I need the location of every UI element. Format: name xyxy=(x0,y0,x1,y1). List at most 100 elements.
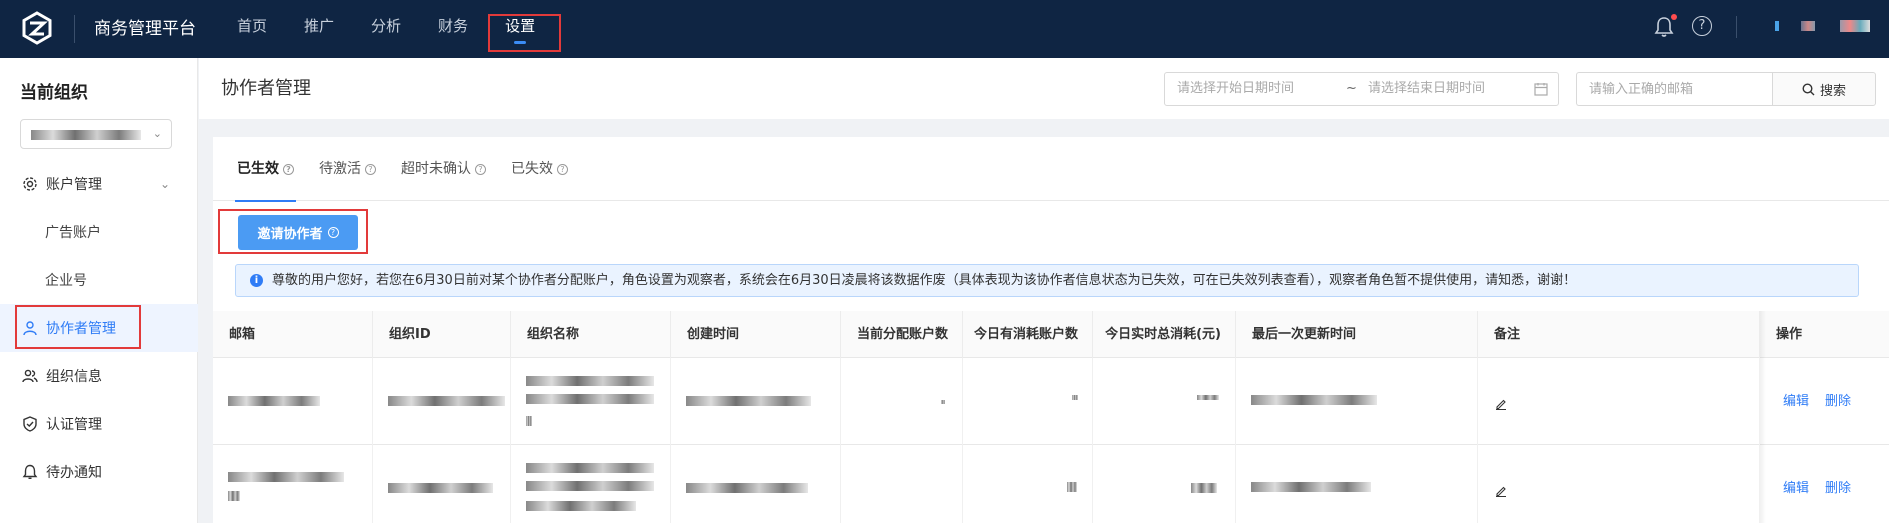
cell-assigned-accounts xyxy=(841,445,963,523)
cell-last-updated xyxy=(1236,445,1478,523)
nav-settings-highlight xyxy=(488,14,561,52)
cell-actions: 编辑 删除 xyxy=(1760,358,1889,445)
edit-button[interactable]: 编辑 xyxy=(1783,445,1809,523)
cell-total-consumption xyxy=(1093,358,1236,445)
org-select[interactable]: ⌄ xyxy=(20,119,172,149)
cell-org-id xyxy=(373,358,511,445)
gear-icon xyxy=(23,177,37,191)
cell-email xyxy=(213,358,373,445)
delete-button[interactable]: 删除 xyxy=(1825,358,1851,445)
fixed-column-shadow xyxy=(1760,311,1766,523)
chevron-down-icon: ⌄ xyxy=(152,127,162,140)
cell-org-name xyxy=(511,358,671,445)
collaborators-highlight xyxy=(15,305,141,349)
chevron-down-icon: ⌄ xyxy=(159,177,170,191)
tab-expired[interactable]: 已失效? xyxy=(511,137,568,201)
sidebar-item-ad-accounts[interactable]: 广告账户 xyxy=(0,208,198,256)
sidebar-item-org-info[interactable]: 组织信息 xyxy=(0,352,198,400)
column-header-actions: 操作 xyxy=(1776,327,1803,342)
help-icon: ? xyxy=(283,164,294,175)
tab-label: 超时未确认 xyxy=(401,161,471,177)
sidebar-item-label: 认证管理 xyxy=(46,417,102,433)
column-header-org-id: 组织ID xyxy=(373,311,511,358)
tab-pending[interactable]: 待激活? xyxy=(319,137,376,201)
shield-icon xyxy=(23,416,37,432)
info-notice: i 尊敬的用户您好，若您在6月30日前对某个协作者分配账户，角色设置为观察者，系… xyxy=(235,264,1859,297)
sidebar-item-label: 待办通知 xyxy=(46,465,102,481)
column-header-remark: 备注 xyxy=(1478,311,1760,358)
cell-created-time xyxy=(671,358,841,445)
help-icon[interactable]: ? xyxy=(1692,16,1712,36)
email-search-input[interactable] xyxy=(1576,72,1772,106)
nav-promotion[interactable]: 推广 xyxy=(289,0,349,58)
user-avatar[interactable] xyxy=(1840,20,1870,32)
cell-actions: 编辑 删除 xyxy=(1760,445,1889,523)
top-divider xyxy=(1736,16,1737,38)
sidebar-item-label: 企业号 xyxy=(45,273,87,289)
account-avatar-small[interactable] xyxy=(1801,21,1815,31)
cell-email xyxy=(213,445,373,523)
bell-icon xyxy=(22,464,38,479)
edit-remark-icon[interactable] xyxy=(1495,485,1507,497)
page-title: 协作者管理 xyxy=(221,78,311,99)
logo-divider xyxy=(74,15,75,43)
tab-label: 待激活 xyxy=(319,161,361,177)
help-icon: ? xyxy=(475,164,486,175)
org-name-redacted xyxy=(31,130,141,140)
tab-label: 已失效 xyxy=(511,161,553,177)
table-row: 编辑 删除 xyxy=(213,445,1889,523)
cell-consuming-accounts xyxy=(963,445,1093,523)
top-navbar: 商务管理平台 首页 推广 分析 财务 设置 ? xyxy=(0,0,1889,58)
nav-analysis[interactable]: 分析 xyxy=(356,0,416,58)
calendar-icon xyxy=(1534,83,1548,96)
sidebar-item-label: 组织信息 xyxy=(46,369,102,385)
tab-active[interactable]: 已生效? xyxy=(235,137,296,202)
date-end-input[interactable]: 请选择结束日期时间 xyxy=(1368,73,1485,105)
table-row: 编辑 删除 xyxy=(213,358,1889,445)
tab-label: 已生效 xyxy=(237,161,279,177)
sidebar: 当前组织 ⌄ 账户管理 ⌄ 广告账户 企业号 协作者管理 组织信息 认证管理 待… xyxy=(0,58,198,523)
notification-bell-icon[interactable] xyxy=(1654,16,1674,38)
cell-total-consumption xyxy=(1093,445,1236,523)
status-tabs: 已生效? 待激活? 超时未确认? 已失效? xyxy=(213,137,1889,202)
delete-button[interactable]: 删除 xyxy=(1825,445,1851,523)
nav-finance[interactable]: 财务 xyxy=(423,0,483,58)
search-button[interactable]: 搜索 xyxy=(1772,72,1876,106)
column-header-consuming-accounts: 今日有消耗账户数 xyxy=(963,311,1093,358)
column-header-created-time: 创建时间 xyxy=(671,311,841,358)
nav-home[interactable]: 首页 xyxy=(222,0,282,58)
edit-button[interactable]: 编辑 xyxy=(1783,358,1809,445)
sidebar-item-account-management[interactable]: 账户管理 ⌄ xyxy=(0,160,198,208)
date-start-input[interactable]: 请选择开始日期时间 xyxy=(1177,73,1294,105)
column-header-total-consumption: 今日实时总消耗(元) xyxy=(1093,311,1236,358)
users-icon xyxy=(22,369,38,383)
cell-org-id xyxy=(373,445,511,523)
search-button-label: 搜索 xyxy=(1819,83,1846,99)
sidebar-item-notifications[interactable]: 待办通知 xyxy=(0,448,198,496)
sidebar-item-certification[interactable]: 认证管理 xyxy=(0,400,198,448)
cell-consuming-accounts xyxy=(963,358,1093,445)
sidebar-item-label: 广告账户 xyxy=(45,225,101,241)
logo-icon[interactable] xyxy=(20,11,54,45)
date-range-picker[interactable]: 请选择开始日期时间 ~ 请选择结束日期时间 xyxy=(1164,72,1559,106)
invite-button-highlight xyxy=(218,209,368,254)
column-header-last-updated: 最后一次更新时间 xyxy=(1236,311,1478,358)
brand-name: 商务管理平台 xyxy=(94,19,196,39)
notice-text: 尊敬的用户您好，若您在6月30日前对某个协作者分配账户，角色设置为观察者，系统会… xyxy=(272,273,1577,288)
account-indicator[interactable] xyxy=(1775,21,1779,31)
sidebar-item-label: 账户管理 xyxy=(46,177,102,193)
column-header-email: 邮箱 xyxy=(213,311,373,358)
search-icon xyxy=(1802,82,1815,95)
date-separator: ~ xyxy=(1346,81,1357,96)
tab-timeout[interactable]: 超时未确认? xyxy=(401,137,486,201)
org-title: 当前组织 xyxy=(20,83,88,103)
cell-assigned-accounts xyxy=(841,358,963,445)
help-icon: ? xyxy=(557,164,568,175)
notification-dot xyxy=(1671,14,1677,20)
column-header-assigned-accounts: 当前分配账户数 xyxy=(841,311,963,358)
content-card: 已生效? 待激活? 超时未确认? 已失效? 邀请协作者? i 尊敬的用户您好，若… xyxy=(213,137,1889,523)
cell-last-updated xyxy=(1236,358,1478,445)
edit-remark-icon[interactable] xyxy=(1495,398,1507,410)
cell-remark xyxy=(1478,445,1760,523)
sidebar-item-enterprise[interactable]: 企业号 xyxy=(0,256,198,304)
